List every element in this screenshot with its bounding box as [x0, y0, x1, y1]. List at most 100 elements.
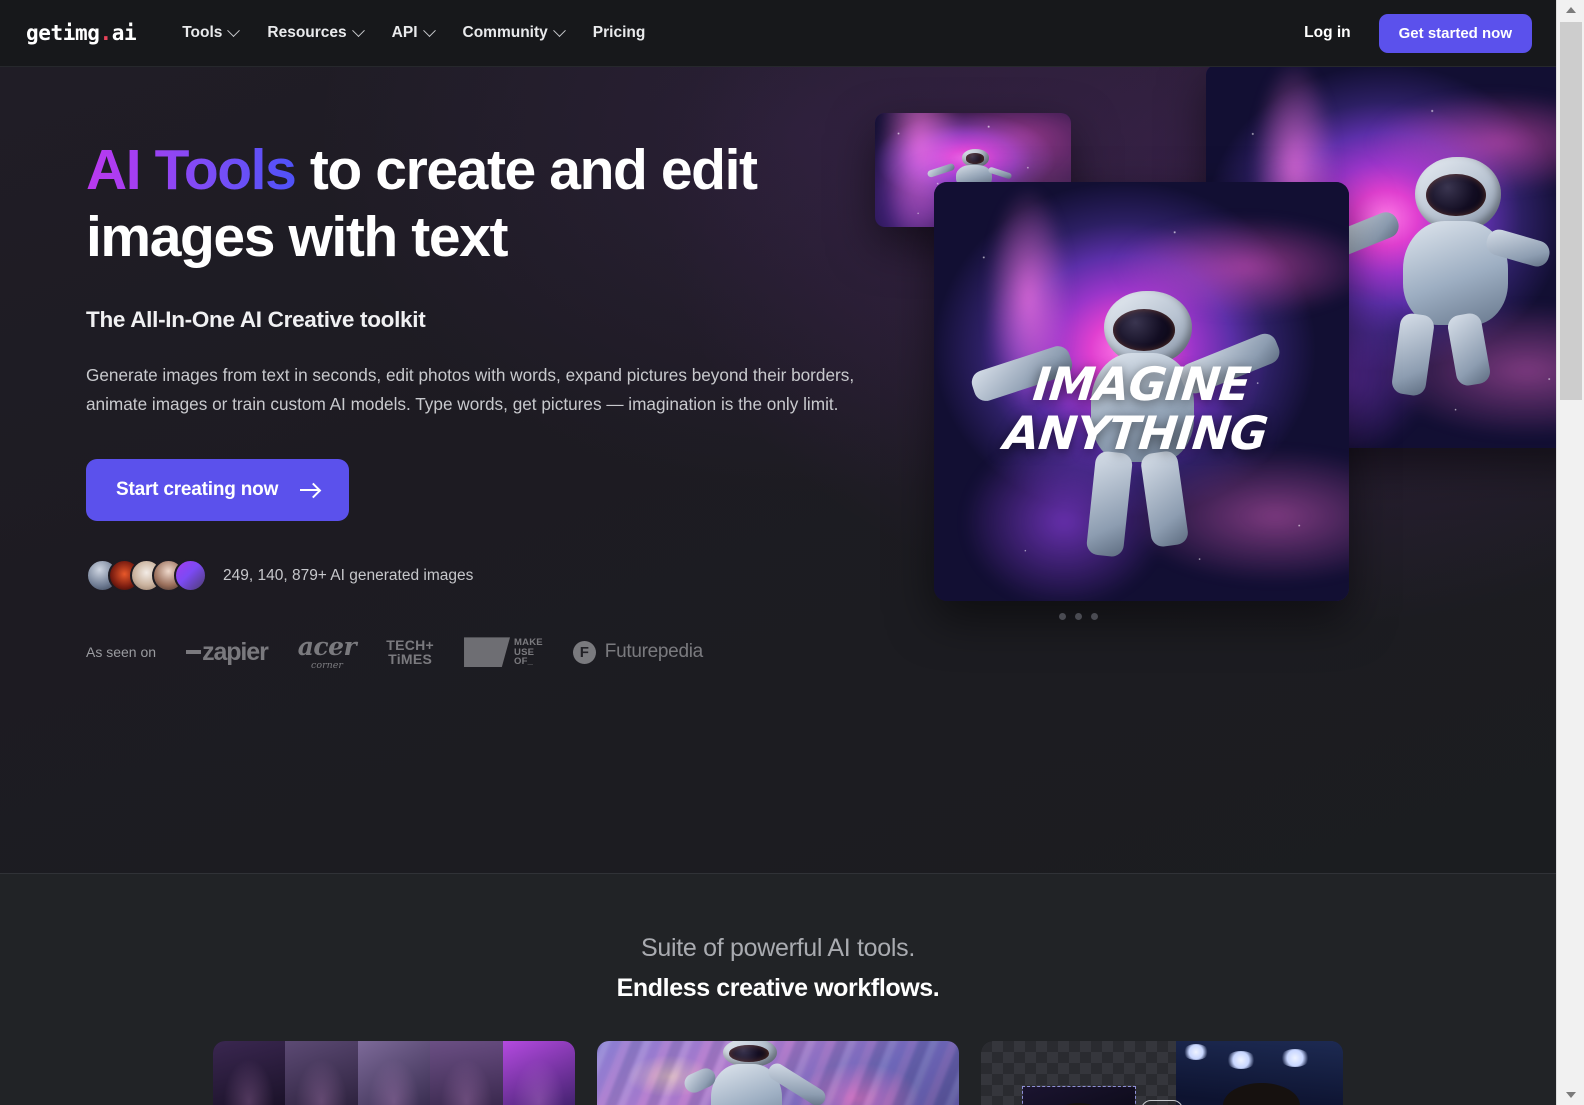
make-use-of-text: MAKE USE OF_ — [514, 638, 543, 667]
chevron-down-icon — [552, 23, 566, 37]
astronaut-leg — [1086, 450, 1134, 558]
grid-image — [502, 1041, 575, 1105]
site-logo[interactable]: getimg.ai — [26, 21, 137, 45]
grid-image — [285, 1041, 359, 1105]
stage-light — [1226, 1050, 1257, 1069]
top-navigation-bar: getimg.ai Tools Resources API Community — [0, 0, 1556, 67]
card-text-to-image[interactable]: Imagine anything — [213, 1041, 575, 1105]
nav-item-pricing[interactable]: Pricing — [580, 16, 659, 50]
hero-image-gallery: IMAGINE ANYTHING — [856, 67, 1556, 687]
image-grid-preview — [213, 1041, 575, 1105]
futurepedia-logo: F Futurepedia — [572, 640, 703, 664]
nav-item-label: Community — [462, 24, 548, 41]
grid-image — [357, 1041, 431, 1105]
hero-copy: AI Tools to create and edit images with … — [86, 137, 896, 671]
muo-line3: OF_ — [514, 656, 534, 668]
hero-subtitle: The All-In-One AI Creative toolkit — [86, 307, 426, 333]
astronaut-leg — [1390, 311, 1436, 397]
scroll-up-arrow-icon — [1566, 7, 1576, 13]
zapier-logo: zapier — [186, 637, 269, 667]
acer-logo-text: acer — [297, 632, 357, 662]
chevron-down-icon — [351, 23, 365, 37]
nav-item-label: API — [391, 24, 418, 41]
scrollbar-thumb[interactable] — [1560, 22, 1582, 400]
astronaut-leg — [1446, 311, 1492, 388]
as-seen-on-row: As seen on zapier acer corner TECH+ TiME… — [86, 634, 896, 671]
scroll-down-arrow-icon — [1566, 1092, 1576, 1098]
stage-light — [1279, 1049, 1310, 1067]
section-heading-line-1: Suite of powerful AI tools. — [640, 934, 915, 962]
nav-item-label: Pricing — [592, 24, 646, 41]
astronaut-illustration — [681, 1041, 829, 1105]
as-seen-on-label: As seen on — [86, 644, 157, 661]
section-headings: Suite of powerful AI tools. Endless crea… — [0, 934, 1556, 1003]
nav-item-tools[interactable]: Tools — [169, 16, 251, 50]
hero-inner: AI Tools to create and edit images with … — [0, 67, 1556, 873]
nav-item-label: Resources — [267, 24, 347, 41]
logo-tld: ai — [111, 21, 137, 45]
tool-cards-row: Imagine anything — [0, 1041, 1556, 1105]
carousel-dot[interactable] — [1091, 613, 1098, 620]
stage-light — [1182, 1044, 1209, 1061]
card-outpainting[interactable] — [981, 1041, 1343, 1105]
portrait-hair — [1222, 1082, 1300, 1105]
nav-item-api[interactable]: API — [379, 16, 447, 50]
astronaut-leg — [1139, 449, 1189, 548]
hero-image-front[interactable]: IMAGINE ANYTHING — [934, 182, 1349, 601]
outpaint-apply-button[interactable] — [1141, 1100, 1183, 1105]
astronaut-visor — [1425, 173, 1486, 217]
generated-images-count: 249, 140, 879+ AI generated images — [223, 566, 474, 584]
scroll-down-button[interactable] — [1557, 1085, 1584, 1105]
astronaut-visor — [1113, 309, 1176, 351]
vertical-scrollbar[interactable] — [1556, 0, 1584, 1105]
astronaut-visor — [965, 153, 985, 164]
login-link[interactable]: Log in — [1294, 16, 1361, 50]
tech-times-logo: TECH+ TiMES — [386, 638, 434, 667]
start-creating-button[interactable]: Start creating now — [86, 459, 350, 522]
nav-actions: Log in Get started now — [1294, 13, 1532, 53]
futurepedia-mark-icon: F — [572, 640, 596, 664]
page-viewport: getimg.ai Tools Resources API Community — [0, 0, 1556, 1105]
astronaut-visor — [729, 1045, 769, 1062]
futurepedia-logo-text: Futurepedia — [604, 641, 703, 663]
social-proof: 249, 140, 879+ AI generated images — [86, 559, 896, 593]
nav-item-resources[interactable]: Resources — [254, 16, 375, 50]
avatar — [174, 559, 207, 593]
nav-item-label: Tools — [182, 24, 223, 41]
zapier-underscore-mark — [186, 650, 202, 655]
hero-description: Generate images from text in seconds, ed… — [86, 365, 855, 414]
hero-title-highlight: AI Tools — [86, 138, 297, 202]
section-heading-line-2: Endless creative workflows. — [616, 974, 940, 1002]
carousel-dot[interactable] — [1059, 613, 1066, 620]
scroll-up-button[interactable] — [1557, 0, 1584, 20]
carousel-indicators — [1059, 613, 1098, 620]
chevron-down-icon — [422, 23, 436, 37]
grid-image — [213, 1041, 286, 1105]
avatar-group — [86, 559, 207, 593]
logo-dot: . — [99, 21, 112, 45]
arrow-right-icon — [300, 489, 320, 492]
start-creating-label: Start creating now — [116, 479, 279, 501]
make-use-of-mark-icon — [464, 637, 511, 668]
card-ai-art[interactable] — [597, 1041, 959, 1105]
chevron-down-icon — [227, 23, 241, 37]
astronaut-body — [1091, 353, 1194, 463]
make-use-of-logo: MAKE USE OF_ — [464, 637, 543, 668]
tech-times-line2: TiMES — [388, 651, 433, 668]
grid-image — [430, 1041, 504, 1105]
hero-section: AI Tools to create and edit images with … — [0, 67, 1556, 873]
main-nav-items: Tools Resources API Community Pricing — [169, 16, 658, 50]
astronaut-illustration — [968, 290, 1284, 558]
tools-suite-section: Suite of powerful AI tools. Endless crea… — [0, 873, 1556, 1105]
get-started-button[interactable]: Get started now — [1378, 13, 1532, 53]
logo-name: getimg — [26, 21, 100, 45]
nav-item-community[interactable]: Community — [450, 16, 577, 50]
source-image-selection — [1022, 1086, 1136, 1105]
tech-times-line1: TECH+ — [386, 637, 435, 654]
acer-logo-subtext: corner — [311, 660, 343, 672]
acer-corner-logo: acer corner — [298, 634, 357, 671]
hero-title: AI Tools to create and edit images with … — [86, 137, 896, 270]
carousel-dot[interactable] — [1075, 613, 1082, 620]
zapier-logo-text: zapier — [202, 637, 269, 666]
astronaut-illustration — [1326, 156, 1556, 397]
